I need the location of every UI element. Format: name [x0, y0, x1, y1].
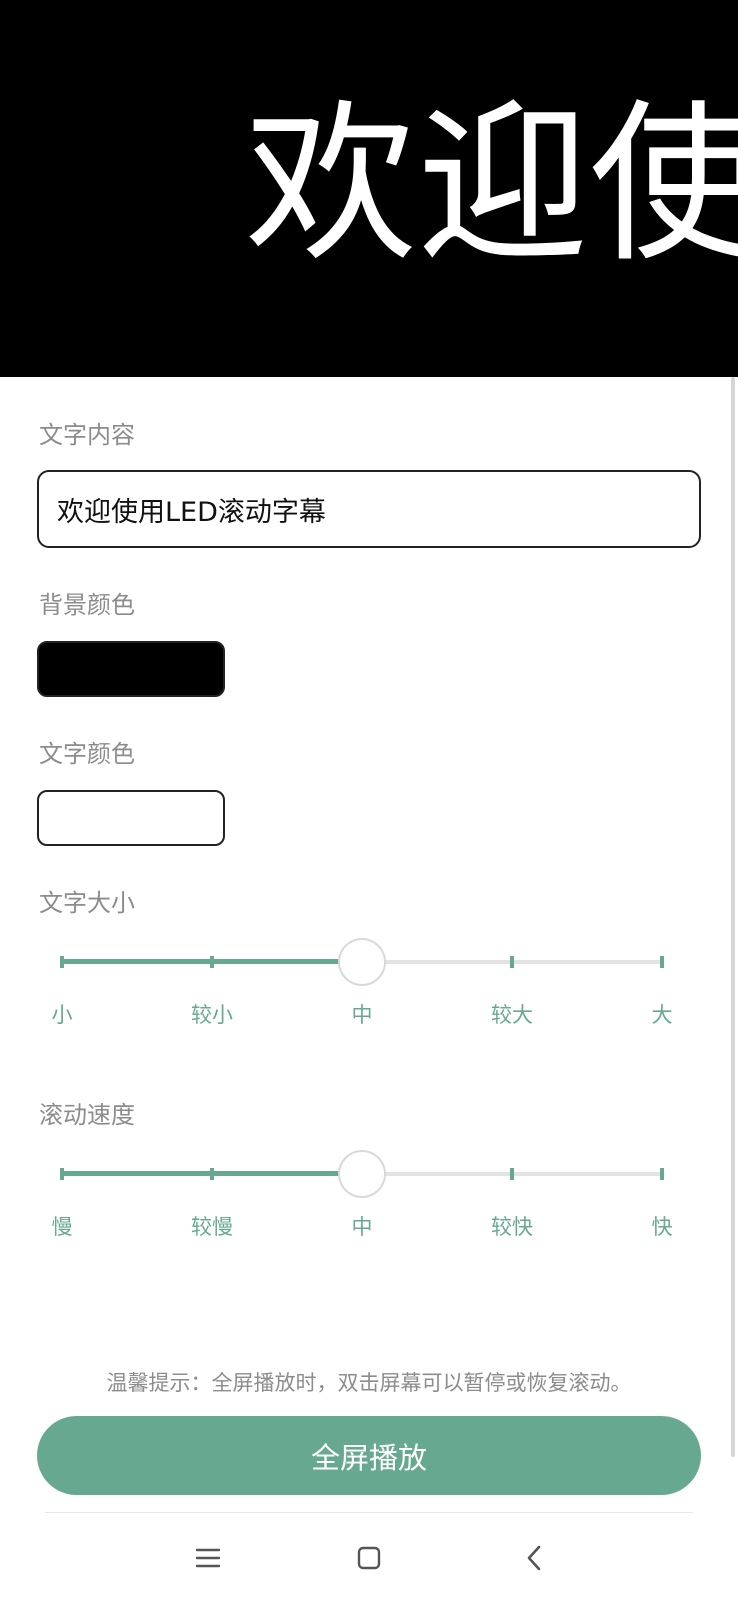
- speed-mark-faster[interactable]: 较快: [491, 1213, 533, 1241]
- slider-tick: [60, 1168, 64, 1180]
- text-color-label: 文字颜色: [39, 740, 135, 768]
- led-preview[interactable]: 欢迎使: [0, 0, 738, 377]
- bg-color-picker[interactable]: [37, 641, 225, 697]
- slider-tick: [210, 956, 214, 968]
- slider-tick: [510, 956, 514, 968]
- speed-mark-slow[interactable]: 慢: [52, 1213, 73, 1241]
- slider-tick: [510, 1168, 514, 1180]
- scrollbar[interactable]: [731, 377, 735, 1457]
- scroll-speed-label: 滚动速度: [39, 1101, 135, 1129]
- slider-tick: [60, 956, 64, 968]
- menu-icon[interactable]: [188, 1538, 228, 1578]
- size-mark-medium[interactable]: 中: [352, 1001, 373, 1029]
- fullscreen-play-button[interactable]: 全屏播放: [37, 1416, 701, 1495]
- speed-mark-medium[interactable]: 中: [352, 1213, 373, 1241]
- speed-mark-slower[interactable]: 较慢: [191, 1213, 233, 1241]
- slider-tick: [660, 956, 664, 968]
- preview-scrolling-text: 欢迎使: [245, 84, 738, 285]
- scroll-speed-slider[interactable]: [60, 1149, 676, 1199]
- slider-thumb[interactable]: [338, 938, 386, 986]
- bg-color-label: 背景颜色: [39, 591, 135, 619]
- text-content-input[interactable]: [37, 470, 701, 548]
- back-icon[interactable]: [514, 1538, 554, 1578]
- text-size-label: 文字大小: [39, 889, 135, 917]
- text-size-slider[interactable]: [60, 937, 676, 987]
- speed-mark-fast[interactable]: 快: [652, 1213, 673, 1241]
- hint-text: 温馨提示：全屏播放时，双击屏幕可以暂停或恢复滚动。: [106, 1371, 632, 1395]
- text-color-picker[interactable]: [37, 790, 225, 846]
- home-icon[interactable]: [349, 1538, 389, 1578]
- slider-thumb[interactable]: [338, 1150, 386, 1198]
- slider-tick: [210, 1168, 214, 1180]
- size-mark-small[interactable]: 小: [52, 1001, 73, 1029]
- size-mark-smaller[interactable]: 较小: [191, 1001, 233, 1029]
- size-mark-large[interactable]: 大: [652, 1001, 673, 1029]
- slider-tick: [660, 1168, 664, 1180]
- nav-divider: [45, 1512, 693, 1513]
- text-content-label: 文字内容: [39, 421, 135, 449]
- size-mark-larger[interactable]: 较大: [491, 1001, 533, 1029]
